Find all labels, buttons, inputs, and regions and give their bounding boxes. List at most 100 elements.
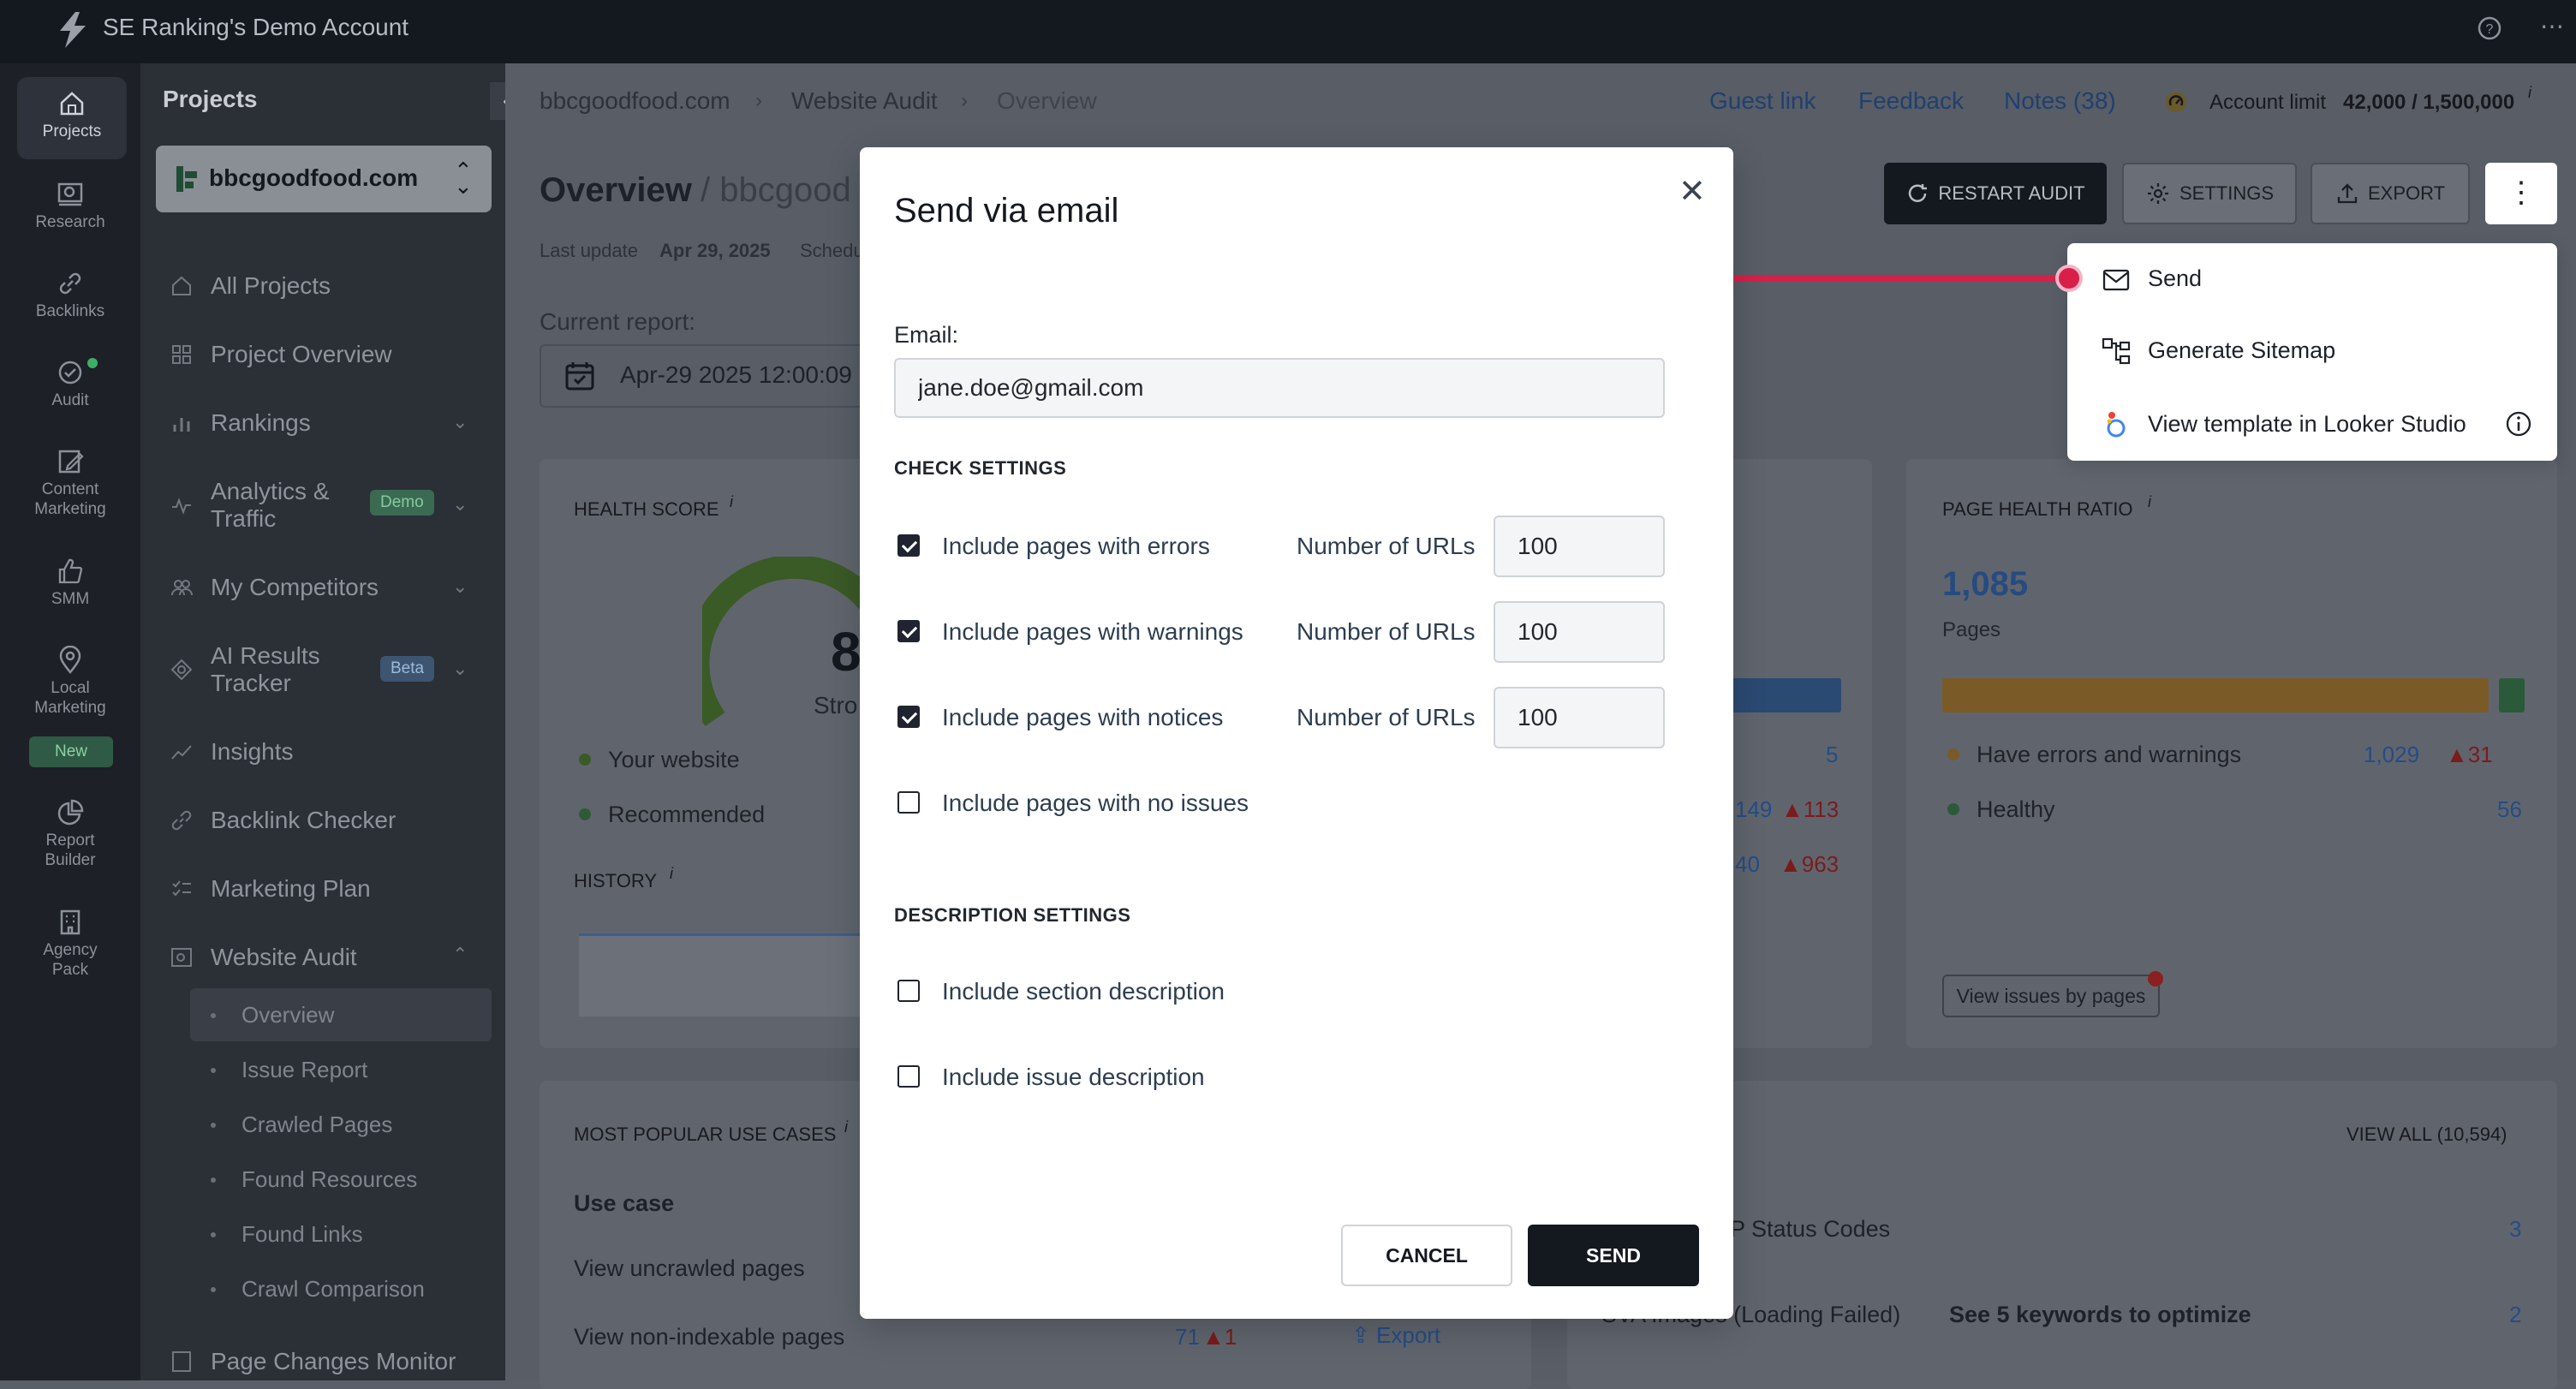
legend-your-website: Your website bbox=[608, 747, 740, 772]
export-link[interactable]: ⇪ Export bbox=[1351, 1322, 1440, 1349]
menu-item-send[interactable]: Send bbox=[2148, 265, 2202, 292]
restart-audit-button[interactable]: RESTART AUDIT bbox=[1884, 163, 2107, 224]
notices-url-count-input[interactable] bbox=[1494, 687, 1665, 748]
legend-dot bbox=[1947, 803, 1959, 815]
view-all-link[interactable]: VIEW ALL (10,594) bbox=[2346, 1124, 2507, 1146]
sidebar-item-label: AI Results bbox=[211, 642, 320, 669]
location-pin-icon bbox=[59, 646, 81, 674]
account-limit-value: 42,000 / 1,500,000 bbox=[2343, 91, 2515, 114]
rail-item-report-builder[interactable]: Report Builder bbox=[0, 798, 140, 870]
ellipsis-icon[interactable]: ⋯ bbox=[2540, 12, 2564, 40]
issue-row[interactable]: P Status Codes bbox=[1730, 1216, 1890, 1243]
rail-label: SMM bbox=[51, 590, 90, 608]
issue-extra[interactable]: See 5 keywords to optimize bbox=[1949, 1302, 2251, 1328]
number-of-urls-label: Number of URLs bbox=[1297, 618, 1476, 645]
chevron-down-icon: ⌄ bbox=[452, 493, 468, 515]
sub-item-found-resources[interactable]: Found Resources bbox=[242, 1166, 417, 1193]
use-case-row[interactable]: View uncrawled pages bbox=[574, 1255, 805, 1282]
sidebar-item-page-changes-monitor[interactable]: Page Changes Monitor bbox=[211, 1348, 456, 1375]
breadcrumb-project[interactable]: bbcgoodfood.com bbox=[540, 87, 730, 115]
checkbox-warnings-label[interactable]: Include pages with warnings bbox=[942, 618, 1243, 646]
sidebar-item-label: Analytics & bbox=[211, 478, 330, 504]
cancel-button[interactable]: CANCEL bbox=[1341, 1225, 1512, 1286]
info-icon[interactable]: i bbox=[670, 865, 673, 883]
feedback-link[interactable]: Feedback bbox=[1858, 87, 1964, 115]
menu-item-looker-studio[interactable]: View template in Looker Studio bbox=[2148, 411, 2466, 438]
chevron-up-icon: ⌃ bbox=[452, 944, 468, 965]
bar-chart-icon bbox=[170, 411, 194, 435]
chevron-up-down-icon: ⌃ ⌄ bbox=[454, 158, 473, 199]
settings-button[interactable]: SETTINGS bbox=[2122, 163, 2297, 224]
rail-item-smm[interactable]: SMM bbox=[0, 557, 140, 609]
email-field[interactable] bbox=[894, 358, 1665, 418]
rail-item-audit[interactable]: Audit bbox=[0, 358, 140, 410]
info-icon[interactable]: i bbox=[844, 1118, 848, 1136]
link-icon bbox=[170, 808, 194, 832]
help-circle-icon[interactable]: ? bbox=[2477, 15, 2502, 47]
issue-count: 3 bbox=[2509, 1216, 2522, 1242]
breadcrumb-website-audit[interactable]: Website Audit bbox=[791, 87, 938, 115]
checkbox-issue-description-label[interactable]: Include issue description bbox=[942, 1064, 1205, 1091]
delta-value: 1 bbox=[1224, 1324, 1237, 1350]
checkbox-errors[interactable] bbox=[897, 534, 920, 557]
se-ranking-logo-icon bbox=[60, 12, 86, 48]
sub-item-crawled-pages[interactable]: Crawled Pages bbox=[242, 1112, 392, 1138]
export-button[interactable]: EXPORT bbox=[2311, 163, 2470, 224]
guest-link[interactable]: Guest link bbox=[1709, 87, 1816, 115]
audit-status-dot bbox=[87, 358, 98, 368]
menu-item-generate-sitemap[interactable]: Generate Sitemap bbox=[2148, 337, 2335, 364]
notes-link[interactable]: Notes (38) bbox=[2004, 87, 2116, 115]
rail-item-local-marketing[interactable]: Local Marketing bbox=[0, 646, 140, 718]
sidebar-item-rankings[interactable]: Rankings bbox=[211, 409, 311, 437]
sidebar-item-website-audit[interactable]: Website Audit bbox=[211, 944, 357, 971]
history-chart bbox=[579, 933, 862, 1016]
delta-value: 113 bbox=[1803, 796, 1840, 822]
sub-item-issue-report[interactable]: Issue Report bbox=[242, 1057, 367, 1083]
checkbox-no-issues-label[interactable]: Include pages with no issues bbox=[942, 790, 1249, 817]
legend-errors-warnings: Have errors and warnings bbox=[1977, 742, 2242, 767]
sub-item-found-links[interactable]: Found Links bbox=[242, 1221, 363, 1248]
use-case-row[interactable]: View non-indexable pages bbox=[574, 1324, 844, 1350]
view-issues-by-pages-button[interactable]: View issues by pages bbox=[1942, 975, 2160, 1017]
sidebar-item-marketing-plan[interactable]: Marketing Plan bbox=[211, 875, 371, 903]
rail-item-content-marketing[interactable]: Content Marketing bbox=[0, 447, 140, 519]
sidebar-item-analytics[interactable]: Analytics & Traffic bbox=[211, 478, 330, 533]
sidebar-item-my-competitors[interactable]: My Competitors bbox=[211, 574, 379, 601]
errors-url-count-input[interactable] bbox=[1494, 516, 1665, 577]
sub-item-crawl-comparison[interactable]: Crawl Comparison bbox=[242, 1276, 425, 1303]
close-icon[interactable]: ✕ bbox=[1679, 175, 1706, 209]
rail-item-agency-pack[interactable]: Agency Pack bbox=[0, 908, 140, 980]
sidebar-item-all-projects[interactable]: All Projects bbox=[211, 272, 331, 300]
rail-item-projects[interactable]: Projects bbox=[17, 77, 127, 159]
sub-item-overview[interactable]: Overview bbox=[242, 1002, 334, 1028]
use-case-value: 71 bbox=[1175, 1324, 1200, 1350]
bullet bbox=[211, 1287, 216, 1292]
sidebar-item-insights[interactable]: Insights bbox=[211, 738, 294, 766]
info-circle-icon[interactable] bbox=[2504, 409, 2533, 438]
restart-audit-label: RESTART AUDIT bbox=[1938, 182, 2085, 204]
last-update-value: Apr 29, 2025 bbox=[659, 240, 771, 261]
checkbox-no-issues[interactable] bbox=[897, 791, 920, 814]
sitemap-icon bbox=[2102, 337, 2131, 365]
checkbox-notices-label[interactable]: Include pages with notices bbox=[942, 704, 1223, 731]
info-icon[interactable]: i bbox=[2528, 84, 2531, 102]
checkbox-issue-description[interactable] bbox=[897, 1065, 920, 1088]
sidebar-item-backlink-checker[interactable]: Backlink Checker bbox=[211, 807, 396, 834]
more-actions-kebab-icon[interactable]: ⋮ bbox=[2485, 163, 2557, 224]
send-button[interactable]: SEND bbox=[1528, 1225, 1699, 1286]
rail-item-backlinks[interactable]: Backlinks bbox=[0, 269, 140, 321]
checkbox-notices[interactable] bbox=[897, 706, 920, 728]
info-icon[interactable]: i bbox=[730, 493, 733, 511]
ai-tracker-icon bbox=[170, 658, 194, 682]
sidebar-item-project-overview[interactable]: Project Overview bbox=[211, 341, 392, 368]
rail-item-research[interactable]: Research bbox=[0, 180, 140, 232]
checkbox-warnings[interactable] bbox=[897, 620, 920, 642]
report-date-select[interactable]: Apr-29 2025 12:00:09 bbox=[540, 344, 886, 408]
project-selector[interactable]: bbcgoodfood.com ⌃ ⌄ bbox=[156, 146, 492, 212]
checkbox-section-description[interactable] bbox=[897, 980, 920, 1002]
sidebar-item-ai-results-tracker[interactable]: AI Results Tracker bbox=[211, 642, 320, 697]
checkbox-errors-label[interactable]: Include pages with errors bbox=[942, 533, 1210, 560]
info-icon[interactable]: i bbox=[2148, 493, 2151, 511]
checkbox-section-description-label[interactable]: Include section description bbox=[942, 978, 1225, 1005]
warnings-url-count-input[interactable] bbox=[1494, 601, 1665, 663]
